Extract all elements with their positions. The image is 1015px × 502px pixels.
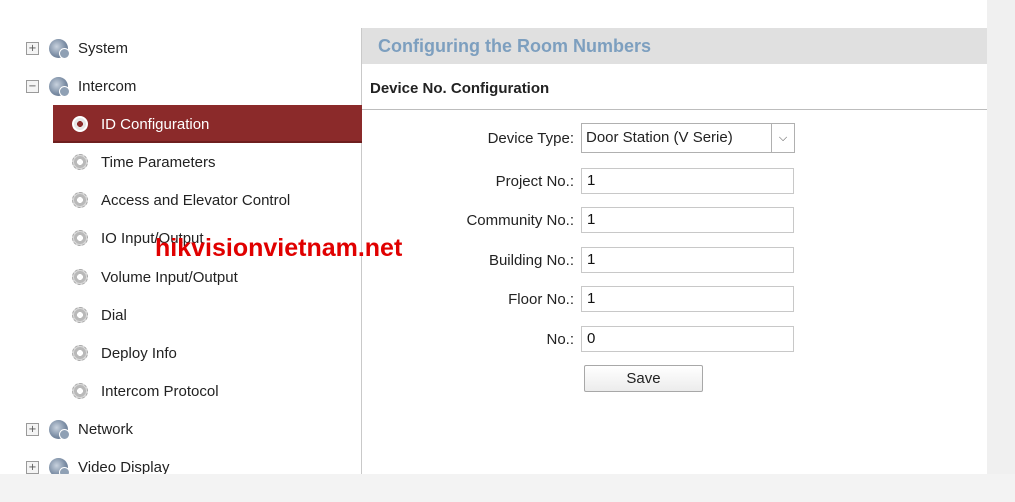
community-no-row: Community No.: 1 [362,207,794,233]
device-type-row: Device Type: Door Station (V Serie) ⌵ [362,123,795,153]
expand-icon[interactable]: + [26,460,39,474]
globe-gear-icon [49,76,70,97]
device-type-value[interactable]: Door Station (V Serie) [581,123,771,153]
configuration-panel: Configuring the Room Numbers Device No. … [362,28,987,474]
expand-icon[interactable]: + [26,41,39,55]
community-no-label: Community No.: [466,211,574,229]
no-field[interactable]: 0 [581,326,794,352]
project-no-label: Project No.: [495,172,574,190]
save-button[interactable]: Save [584,365,703,392]
gear-icon [72,230,88,246]
tree-item-label: Video Display [78,458,170,476]
window-right-edge [987,0,1015,502]
no-row: No.: 0 [362,326,794,352]
project-no-field[interactable]: 1 [581,168,794,194]
building-no-row: Building No.: 1 [362,247,794,273]
tree-item-label: Access and Elevator Control [101,191,291,209]
page-title: Configuring the Room Numbers [362,28,987,64]
floor-no-label: Floor No.: [508,290,574,308]
globe-gear-icon [49,38,70,59]
tree-item-label: Time Parameters [101,153,216,171]
globe-gear-icon [49,419,70,440]
floor-no-row: Floor No.: 1 [362,286,794,312]
gear-icon [72,154,88,170]
section-title: Device No. Configuration [362,64,987,110]
window-bottom-edge [0,474,1015,502]
expand-icon[interactable]: + [26,422,39,436]
project-no-row: Project No.: 1 [362,168,794,194]
tree-item-intercom[interactable]: − Intercom [0,67,386,105]
tree-item-label: Intercom [78,77,137,95]
tree-item-label: Dial [101,306,127,324]
gear-icon [72,269,88,285]
tree-item-label: Deploy Info [101,344,177,362]
tree-item-label: ID Configuration [101,115,210,133]
community-no-field[interactable]: 1 [581,207,794,233]
gear-icon [72,307,88,323]
gear-icon [72,383,88,399]
watermark-text: hikvisionvietnam.net [155,234,403,262]
tree-item-label: System [78,39,129,57]
tree-item-network[interactable]: + Network [0,410,386,448]
device-type-select[interactable]: Door Station (V Serie) ⌵ [581,123,795,153]
gear-icon [72,192,88,208]
building-no-field[interactable]: 1 [581,247,794,273]
collapse-icon[interactable]: − [26,79,39,93]
tree-item-label: Network [78,420,134,438]
floor-no-field[interactable]: 1 [581,286,794,312]
no-label: No.: [546,330,574,348]
tree-item-system[interactable]: + System [0,29,386,67]
tree-item-label: Volume Input/Output [101,268,238,286]
tree-item-id-configuration[interactable]: ID Configuration [53,105,377,143]
gear-icon [72,116,88,132]
chevron-down-icon[interactable]: ⌵ [771,123,795,153]
device-type-label: Device Type: [487,129,574,147]
gear-icon [72,345,88,361]
tree-item-label: Intercom Protocol [101,382,219,400]
